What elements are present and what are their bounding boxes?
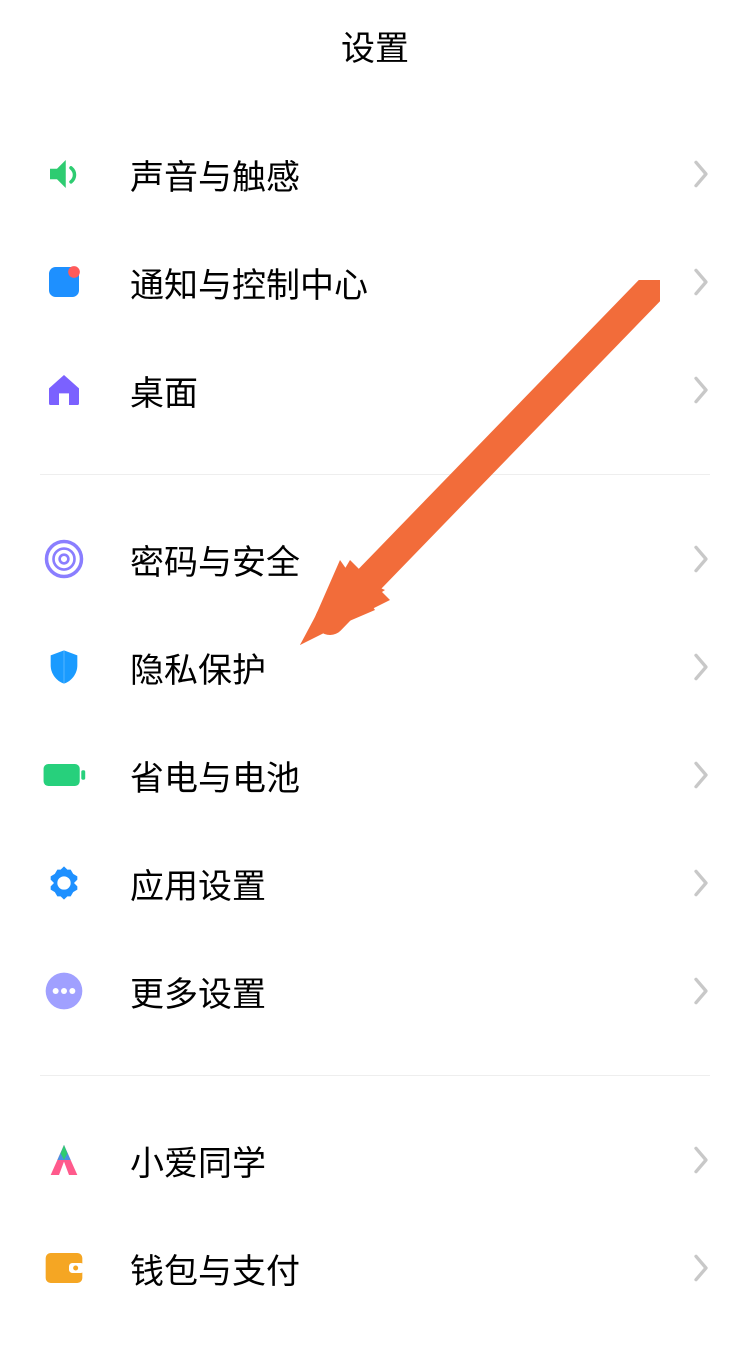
fingerprint-icon [40,535,88,583]
page-title: 设置 [341,21,409,70]
more-icon [40,967,88,1015]
settings-item-privacy[interactable]: 隐私保护 [0,613,750,721]
wallet-icon [40,1244,88,1292]
settings-item-label: 钱包与支付 [130,1244,692,1293]
shield-icon [40,643,88,691]
chevron-right-icon [692,652,710,682]
chevron-right-icon [692,1253,710,1283]
settings-item-notifications[interactable]: 通知与控制中心 [0,228,750,336]
home-icon [40,366,88,414]
group-divider [40,474,710,475]
settings-group-3: 小爱同学 钱包与支付 [0,1106,750,1322]
settings-item-label: 省电与电池 [130,751,692,800]
chevron-right-icon [692,375,710,405]
settings-item-label: 密码与安全 [130,535,692,584]
settings-item-label: 应用设置 [130,859,692,908]
sound-icon [40,150,88,198]
settings-item-sound[interactable]: 声音与触感 [0,120,750,228]
settings-item-home[interactable]: 桌面 [0,336,750,444]
group-divider [40,1075,710,1076]
settings-group-1: 声音与触感 通知与控制中心 桌面 [0,120,750,444]
settings-item-password-security[interactable]: 密码与安全 [0,505,750,613]
chevron-right-icon [692,868,710,898]
settings-item-label: 桌面 [130,366,692,415]
settings-list: 声音与触感 通知与控制中心 桌面 [0,80,750,1322]
page-header: 设置 [0,0,750,80]
gear-icon [40,859,88,907]
chevron-right-icon [692,267,710,297]
settings-item-app-settings[interactable]: 应用设置 [0,829,750,937]
xiaoai-icon [40,1136,88,1184]
notification-icon [40,258,88,306]
settings-item-label: 声音与触感 [130,150,692,199]
settings-item-wallet[interactable]: 钱包与支付 [0,1214,750,1322]
chevron-right-icon [692,544,710,574]
settings-item-battery[interactable]: 省电与电池 [0,721,750,829]
settings-item-label: 小爱同学 [130,1136,692,1185]
chevron-right-icon [692,159,710,189]
settings-group-2: 密码与安全 隐私保护 省 [0,505,750,1045]
chevron-right-icon [692,1145,710,1175]
settings-item-xiaoai[interactable]: 小爱同学 [0,1106,750,1214]
chevron-right-icon [692,760,710,790]
battery-icon [40,751,88,799]
settings-item-label: 通知与控制中心 [130,258,692,307]
settings-item-label: 更多设置 [130,967,692,1016]
chevron-right-icon [692,976,710,1006]
settings-item-more[interactable]: 更多设置 [0,937,750,1045]
settings-item-label: 隐私保护 [130,643,692,692]
